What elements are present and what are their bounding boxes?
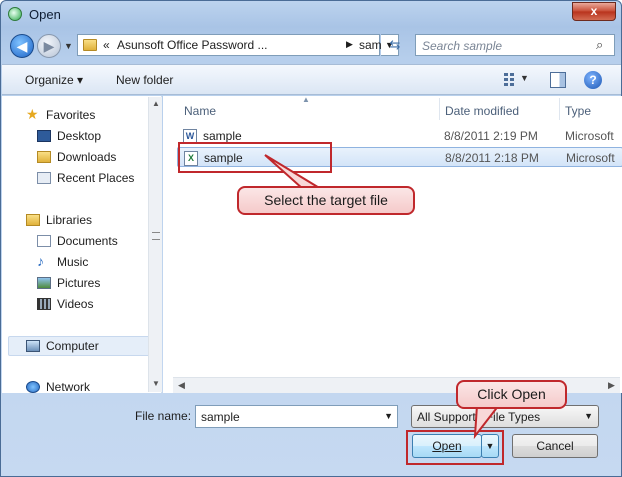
breadcrumb-separator-icon[interactable]: ▶	[346, 39, 353, 50]
column-header-name[interactable]: Name	[184, 100, 216, 122]
documents-icon	[37, 235, 51, 247]
forward-button[interactable]: ▶	[37, 34, 61, 58]
videos-icon	[37, 298, 51, 310]
organize-menu-button[interactable]: Organize ▾	[25, 73, 83, 87]
callout-select-target-file: Select the target file	[237, 186, 415, 215]
scroll-right-icon[interactable]: ▶	[608, 380, 615, 391]
computer-icon	[26, 340, 40, 352]
file-type: Microsoft	[566, 151, 615, 165]
callout-click-open: Click Open	[456, 380, 567, 409]
star-icon: ★	[26, 106, 39, 122]
navigation-pane: ★ Favorites Desktop Downloads Recent Pla…	[2, 96, 162, 394]
pictures-icon	[37, 277, 51, 289]
file-date: 8/8/2011 2:18 PM	[445, 151, 539, 165]
libraries-icon	[26, 214, 40, 226]
search-box[interactable]: Search sample ⌕	[415, 34, 615, 56]
file-name-dropdown-icon[interactable]: ▼	[384, 411, 393, 421]
search-icon[interactable]: ⌕	[596, 37, 603, 53]
refresh-icon[interactable]: ⇆	[383, 35, 407, 55]
close-button[interactable]: x	[572, 2, 616, 21]
file-type: Microsoft	[565, 129, 614, 143]
scroll-up-icon[interactable]: ▲	[152, 99, 160, 108]
app-icon	[8, 7, 22, 21]
file-date: 8/8/2011 2:19 PM	[444, 129, 538, 143]
file-type-dropdown-icon[interactable]: ▼	[584, 411, 593, 421]
sort-ascending-icon: ▲	[302, 95, 310, 104]
command-toolbar: Organize ▾ New folder ▼ ?	[2, 64, 621, 95]
cancel-button[interactable]: Cancel	[512, 434, 598, 458]
address-bar[interactable]: « Asunsoft Office Password ... ▶ sample	[77, 34, 398, 56]
column-divider[interactable]	[439, 98, 440, 120]
preview-pane-icon[interactable]	[550, 72, 566, 88]
desktop-icon	[37, 130, 51, 142]
music-icon: ♪	[37, 253, 44, 269]
window-title: Open	[29, 7, 61, 22]
recent-places-icon	[37, 172, 51, 184]
folder-icon	[83, 39, 97, 51]
recent-locations-dropdown-icon[interactable]: ▼	[64, 41, 73, 51]
navigation-pane-scrollbar[interactable]: ▲ ▼	[148, 97, 162, 392]
title-bar[interactable]: Open x	[1, 1, 621, 29]
file-name-label: File name:	[135, 409, 192, 423]
file-name-field[interactable]: sample ▼	[195, 405, 398, 428]
network-icon	[26, 381, 40, 393]
back-button[interactable]: ◀	[10, 34, 34, 58]
change-view-icon[interactable]: ▼	[504, 71, 532, 89]
breadcrumb-parent[interactable]: Asunsoft Office Password ...	[117, 38, 268, 52]
column-divider[interactable]	[559, 98, 560, 120]
column-header-type[interactable]: Type	[565, 100, 591, 122]
scroll-down-icon[interactable]: ▼	[152, 379, 160, 388]
search-input[interactable]: Search sample	[422, 39, 502, 53]
breadcrumb-overflow[interactable]: «	[103, 38, 110, 52]
scroll-thumb[interactable]	[152, 232, 160, 240]
downloads-folder-icon	[37, 151, 51, 163]
help-icon[interactable]: ?	[584, 71, 602, 89]
new-folder-button[interactable]: New folder	[116, 73, 173, 87]
file-list-pane: ▲ Name Date modified Type W sample 8/8/2…	[163, 95, 622, 393]
scroll-left-icon[interactable]: ◀	[178, 380, 185, 391]
column-header-date-modified[interactable]: Date modified	[445, 100, 519, 122]
open-dialog-window: Open x ◀ ▶ ▼ « Asunsoft Office Password …	[0, 0, 622, 477]
file-name-value[interactable]: sample	[201, 410, 240, 424]
